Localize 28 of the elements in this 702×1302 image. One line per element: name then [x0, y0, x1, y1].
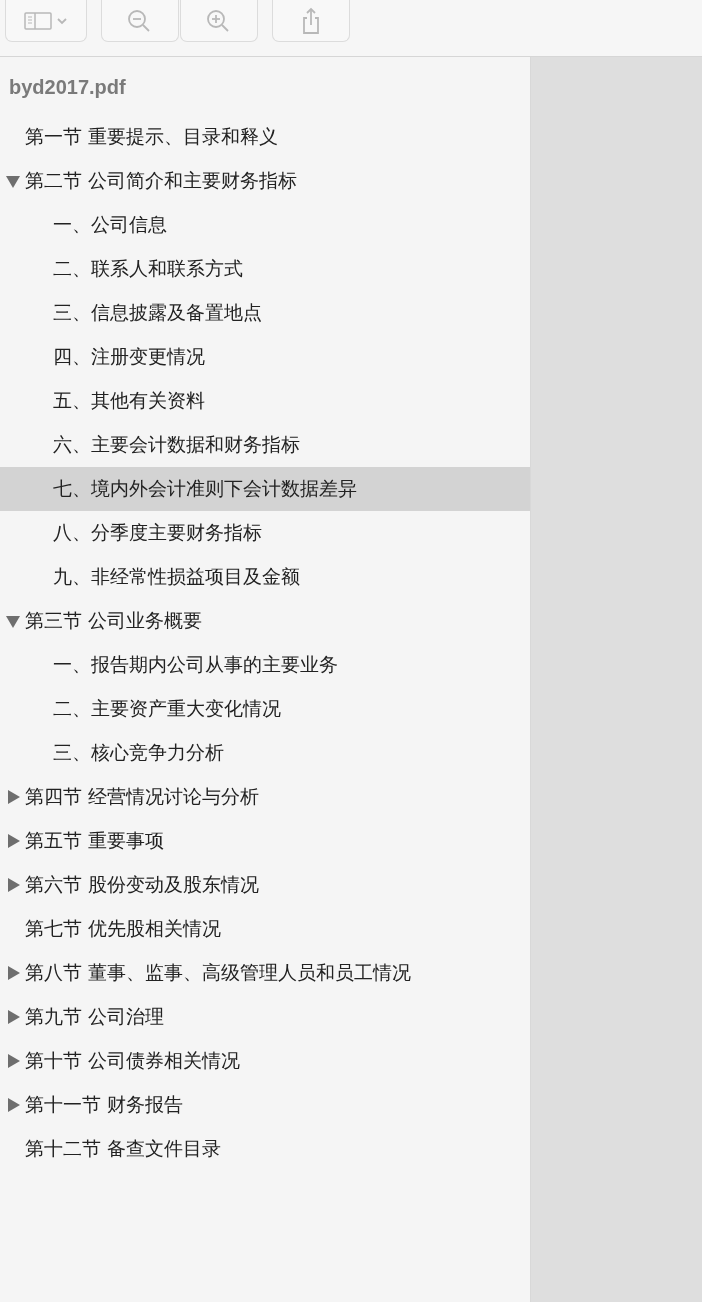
outline-item[interactable]: 四、注册变更情况: [0, 335, 530, 379]
outline-item[interactable]: 二、主要资产重大变化情况: [0, 687, 530, 731]
expanded-triangle-icon[interactable]: [4, 613, 21, 629]
document-title: byd2017.pdf: [8, 74, 127, 100]
outline-item[interactable]: 三、核心竞争力分析: [0, 731, 530, 775]
outline-item[interactable]: 第三节 公司业务概要: [0, 599, 530, 643]
outline-item[interactable]: 第七节 优先股相关情况: [0, 907, 530, 951]
outline-item[interactable]: 一、公司信息: [0, 203, 530, 247]
outline-item[interactable]: 一、报告期内公司从事的主要业务: [0, 643, 530, 687]
outline-item[interactable]: 第十二节 备查文件目录: [0, 1127, 530, 1171]
outline-item[interactable]: 第四节 经营情况讨论与分析: [0, 775, 530, 819]
expanded-triangle-icon[interactable]: [4, 173, 21, 189]
outline-item[interactable]: 三、信息披露及备置地点: [0, 291, 530, 335]
outline-item[interactable]: 第十节 公司债券相关情况: [0, 1039, 530, 1083]
outline-item[interactable]: 二、联系人和联系方式: [0, 247, 530, 291]
outline-item[interactable]: 六、主要会计数据和财务指标: [0, 423, 530, 467]
outline-item[interactable]: 第六节 股份变动及股东情况: [0, 863, 530, 907]
outline-item[interactable]: 九、非经常性损益项目及金额: [0, 555, 530, 599]
outline-item[interactable]: 八、分季度主要财务指标: [0, 511, 530, 555]
outline-item[interactable]: 五、其他有关资料: [0, 379, 530, 423]
sidebar-icon: [22, 10, 70, 31]
outline-item[interactable]: 第十一节 财务报告: [0, 1083, 530, 1127]
outline-item[interactable]: 七、境内外会计准则下会计数据差异: [0, 467, 530, 511]
outline-item[interactable]: 第八节 董事、监事、高级管理人员和员工情况: [0, 951, 530, 995]
outline-item[interactable]: 第九节 公司治理: [0, 995, 530, 1039]
outline-item[interactable]: 第二节 公司简介和主要财务指标: [0, 159, 530, 203]
outline-item[interactable]: 第五节 重要事项: [0, 819, 530, 863]
outline-item[interactable]: 第一节 重要提示、目录和释义: [0, 115, 530, 159]
